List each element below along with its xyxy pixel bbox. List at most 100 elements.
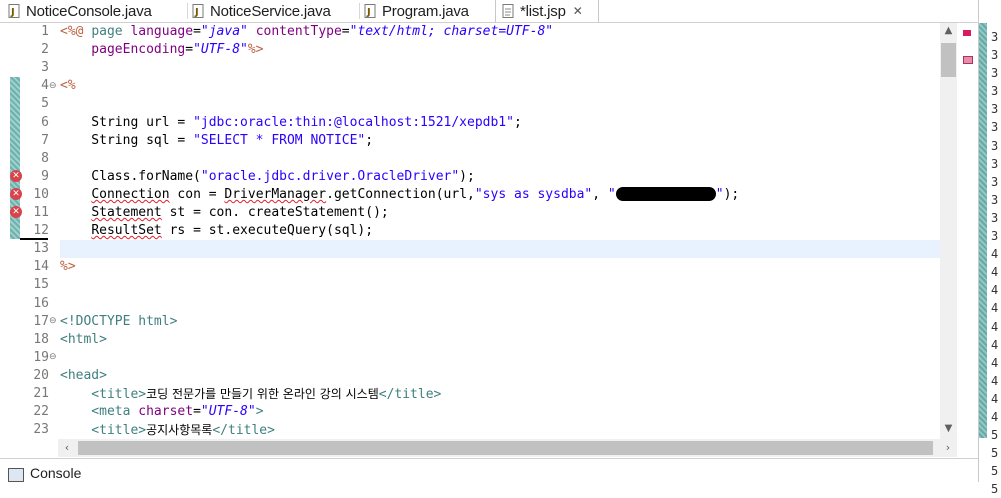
truncated-digit: 4 — [991, 265, 999, 280]
line-number: 19 — [33, 349, 49, 365]
tab-program[interactable]: J Program.java — [364, 0, 494, 22]
code-line-error: ResultSet rs = st.executeQuery(sql); — [91, 223, 374, 239]
java-file-icon: J — [192, 3, 205, 19]
scroll-up-icon[interactable]: ▲ — [940, 23, 957, 39]
console-icon — [8, 468, 24, 482]
tab-label: NoticeService.java — [210, 2, 331, 20]
line-number: 11 — [33, 205, 49, 220]
tab-notice-service[interactable]: J NoticeService.java — [192, 0, 360, 22]
code-line: <%@ page language="java" contentType="te… — [60, 24, 554, 39]
truncated-digit: 3 — [991, 210, 999, 225]
tab-label: NoticeConsole.java — [26, 2, 152, 20]
code-line: String sql = "SELECT * FROM NOTICE"; — [60, 132, 374, 148]
line-number: 4 — [41, 78, 49, 94]
truncated-digit: 5 — [991, 428, 999, 443]
scroll-down-icon[interactable]: ▼ — [940, 421, 957, 437]
fold-collapse-icon[interactable]: ⊖ — [49, 317, 58, 326]
line-number: 14 — [33, 259, 49, 275]
line-number: 17 — [33, 313, 49, 329]
change-marker — [979, 23, 987, 438]
truncated-digit: 4 — [991, 355, 999, 370]
scroll-right-icon[interactable]: › — [939, 439, 957, 457]
truncated-digit: 4 — [991, 337, 999, 352]
truncated-digit: 3 — [991, 66, 999, 81]
line-number: 13 — [33, 241, 49, 257]
line-number: 6 — [41, 114, 49, 130]
horizontal-scrollbar[interactable]: ‹ › — [58, 439, 957, 457]
truncated-line-numbers: 3 3 3 3 3 3 3 3 3 3 3 3 4 4 4 4 4 4 4 4 4 4 5 5 5 5 — [991, 28, 998, 498]
code-line: Class.forName("oracle.jdbc.driver.Oracle… — [60, 168, 475, 184]
adjacent-view-strip: 3 3 3 3 3 3 3 3 3 3 3 3 4 4 4 4 4 4 4 4 4 4 5 5 5 5 — [978, 0, 1001, 496]
truncated-digit: 4 — [991, 319, 999, 334]
truncated-digit: 3 — [991, 48, 999, 63]
line-number: 20 — [33, 367, 49, 383]
fold-collapse-icon[interactable]: ⊖ — [49, 353, 58, 362]
overview-ruler[interactable] — [957, 23, 978, 439]
jsp-file-icon — [502, 3, 515, 19]
svg-text:J: J — [194, 7, 199, 18]
line-number: 7 — [41, 132, 49, 148]
truncated-digit: 5 — [991, 464, 999, 479]
line-number: 8 — [41, 150, 49, 166]
truncated-digit: 4 — [991, 301, 999, 316]
code-line: %> — [60, 259, 76, 275]
truncated-digit: 4 — [991, 247, 999, 262]
tab-label: Console — [30, 465, 82, 481]
code-line-error: Statement st = con. createStatement(); — [91, 205, 389, 220]
truncated-digit: 4 — [991, 373, 999, 388]
java-file-icon: J — [8, 3, 21, 19]
code-line: <!DOCTYPE html> — [60, 313, 178, 329]
error-marker[interactable] — [963, 30, 971, 36]
tab-label: *list.jsp — [520, 2, 566, 20]
code-editor[interactable]: ✕ ✕ ✕ 1 2 3 4 ⊖ 5 6 7 8 9 10 11 12 13 14… — [0, 23, 978, 457]
truncated-digit: 3 — [991, 229, 999, 244]
tab-notice-console[interactable]: J NoticeConsole.java — [8, 0, 188, 22]
line-number: 5 — [41, 96, 49, 112]
line-number: 18 — [33, 331, 49, 347]
code-text-area[interactable]: <%@ page language="java" contentType="te… — [60, 23, 940, 439]
vertical-scrollbar[interactable]: ▲ ▼ — [940, 23, 957, 439]
truncated-digit: 5 — [991, 482, 999, 497]
line-number: 23 — [33, 422, 49, 438]
line-number: 22 — [33, 404, 49, 420]
line-number: 12 — [33, 223, 49, 239]
scroll-thumb[interactable] — [78, 441, 933, 455]
code-line: <meta charset="UTF-8"> — [60, 404, 264, 420]
code-line-error: Connection con = DriverManager.getConnec… — [91, 186, 740, 202]
truncated-digit: 4 — [991, 409, 999, 424]
truncated-digit: 4 — [991, 283, 999, 298]
truncated-digit: 3 — [991, 120, 999, 135]
line-number: 1 — [41, 24, 49, 39]
fold-collapse-icon[interactable]: ⊖ — [49, 82, 58, 91]
tab-label: Program.java — [382, 2, 469, 20]
code-line: <html> — [60, 331, 107, 347]
svg-text:J: J — [366, 7, 371, 18]
line-number: 9 — [41, 168, 49, 184]
truncated-digit: 5 — [991, 446, 999, 461]
truncated-digit: 4 — [991, 391, 999, 406]
close-icon[interactable]: ✕ — [573, 4, 583, 18]
line-number: 10 — [33, 186, 49, 202]
tab-console[interactable]: Console — [8, 465, 81, 483]
line-number: 15 — [33, 277, 49, 293]
line-number: 21 — [33, 386, 49, 401]
truncated-digit: 3 — [991, 84, 999, 99]
scroll-thumb[interactable] — [941, 43, 956, 77]
java-file-icon: J — [364, 3, 377, 19]
code-line: <% — [60, 78, 76, 94]
scroll-left-icon[interactable]: ‹ — [58, 439, 76, 457]
truncated-digit: 3 — [991, 192, 999, 207]
error-marker[interactable] — [963, 56, 973, 64]
code-line: String url = "jdbc:oracle:thin:@localhos… — [60, 114, 522, 130]
truncated-digit: 3 — [991, 138, 999, 153]
code-line: pageEncoding="UTF-8"%> — [60, 42, 264, 58]
code-line: <head> — [60, 367, 107, 383]
tab-list-jsp[interactable]: *list.jsp ✕ — [495, 0, 599, 22]
line-number-gutter: 1 2 3 4 ⊖ 5 6 7 8 9 10 11 12 13 14 15 16… — [20, 23, 58, 439]
line-number: 2 — [41, 42, 49, 58]
current-line-highlight — [60, 240, 940, 259]
line-number: 3 — [41, 60, 49, 76]
bottom-panel-tabs: Console — [0, 458, 978, 483]
truncated-digit: 3 — [991, 174, 999, 189]
truncated-digit: 3 — [991, 102, 999, 117]
